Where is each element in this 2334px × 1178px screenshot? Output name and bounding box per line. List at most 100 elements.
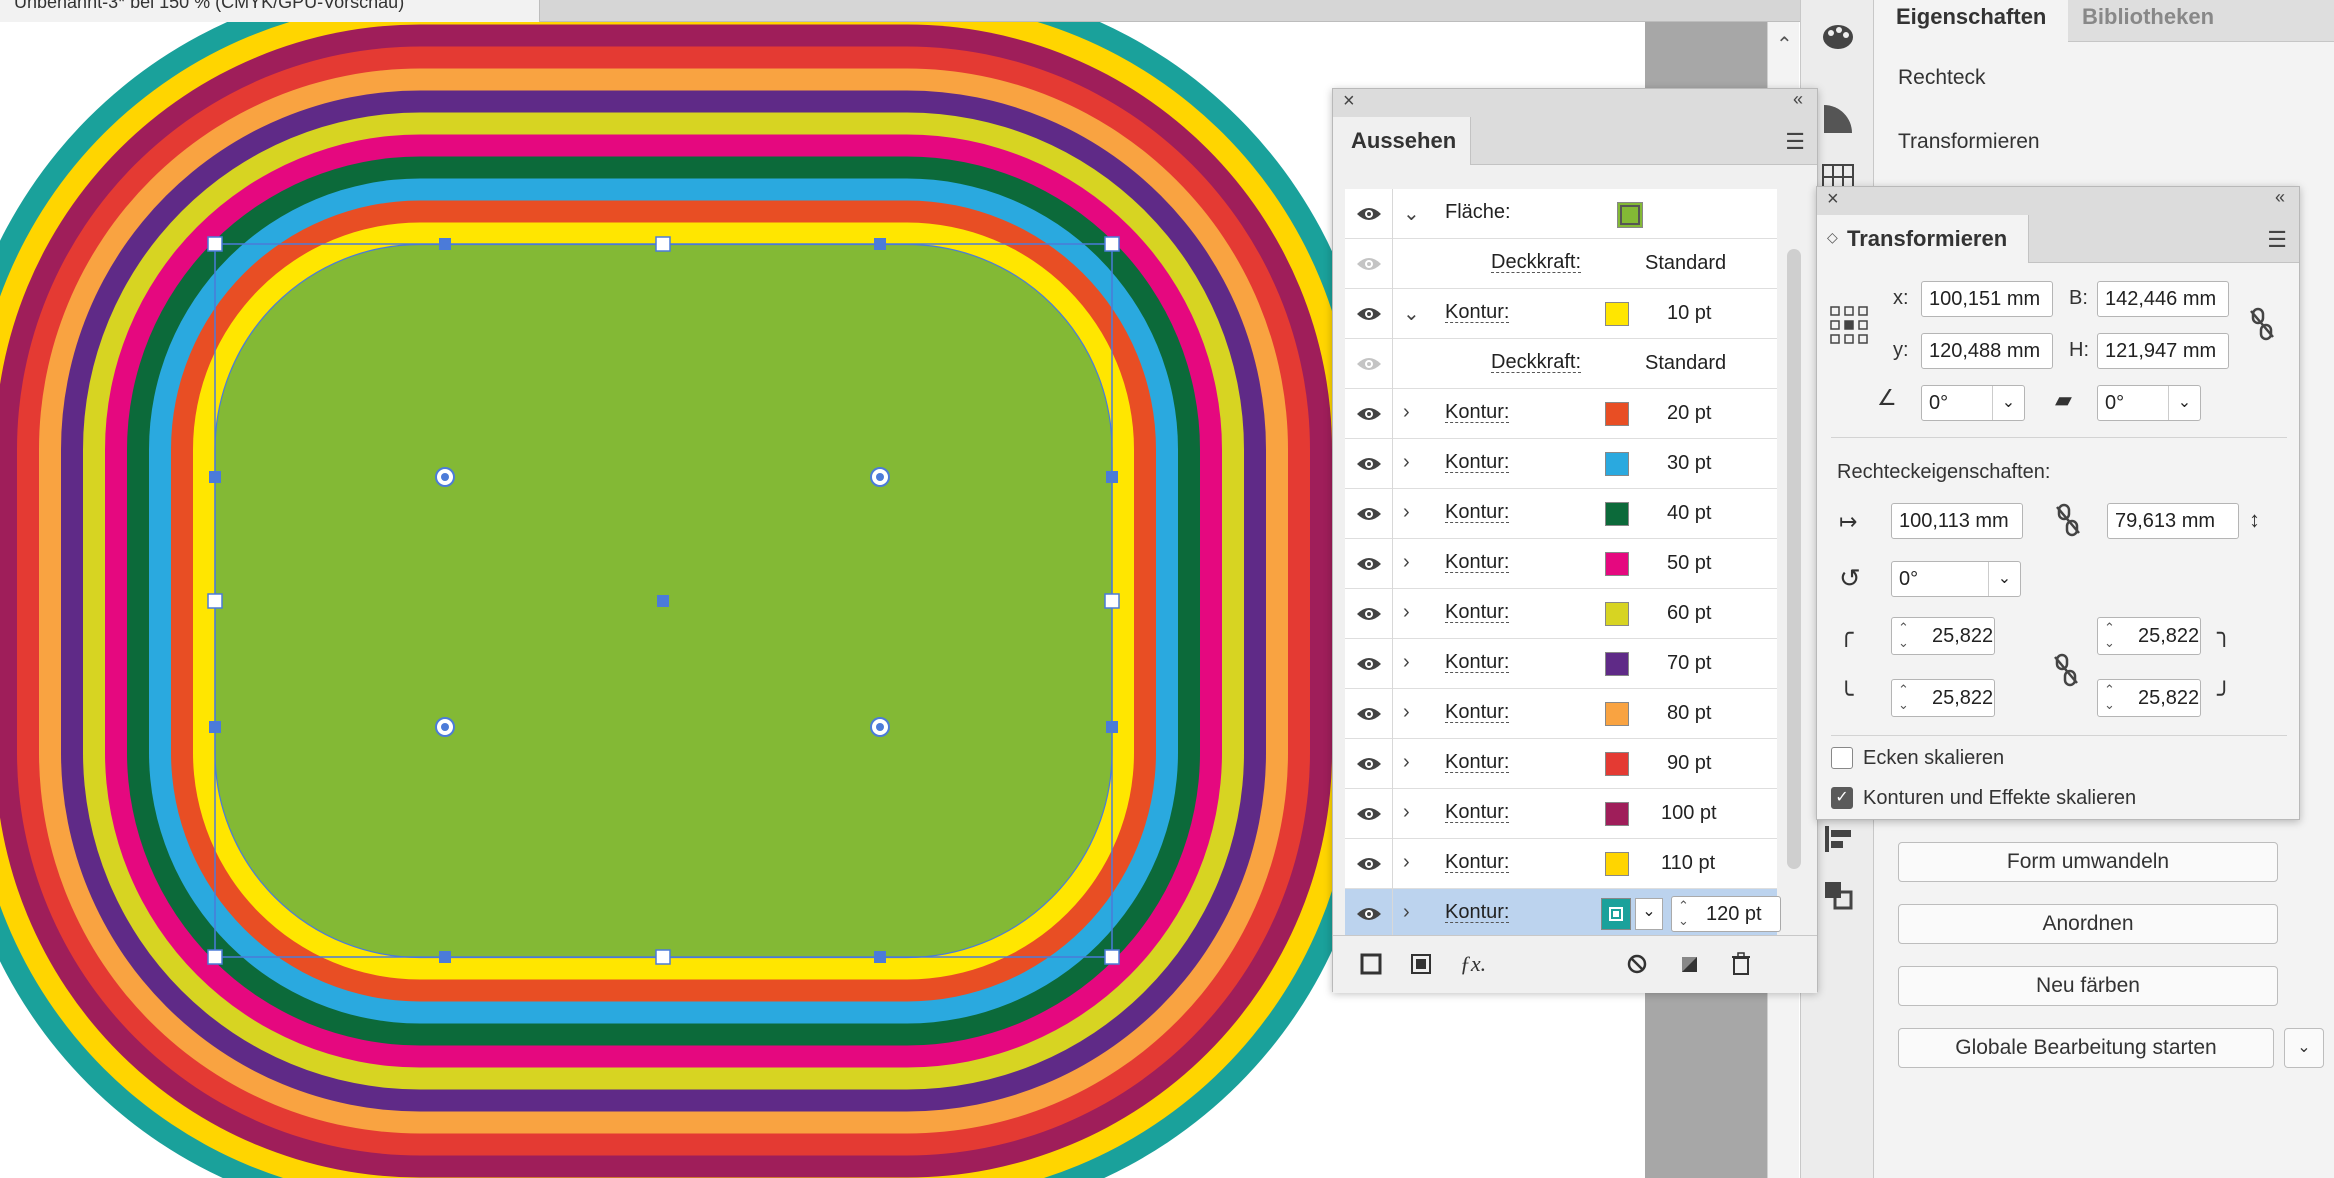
panel-menu-icon[interactable]: ☰ [1785,129,1805,155]
stroke-label[interactable]: Kontur: [1445,602,1510,623]
close-icon[interactable]: × [1827,188,1839,211]
rect-height-field[interactable]: 79,613 mm [2107,503,2239,539]
rect-link-dimensions-icon[interactable] [2055,503,2081,542]
corner-radius-br-stepper[interactable]: ⌃ ⌄ 25,822 [2097,679,2201,717]
corner-type-tl-icon[interactable]: ╭ [1839,619,1853,648]
expand-options-icon[interactable]: ◇ [1827,229,1838,246]
corner-type-tr-icon[interactable]: ╮ [2217,619,2231,648]
appearance-panel-tab[interactable]: Aussehen [1333,117,1471,165]
chevron-right-icon[interactable]: › [1403,501,1410,524]
visibility-eye-icon[interactable] [1345,489,1393,539]
color-swatch[interactable] [1605,652,1629,676]
corner-link-icon[interactable] [2053,653,2079,692]
visibility-eye-icon[interactable] [1345,689,1393,739]
chevron-right-icon[interactable]: › [1403,401,1410,424]
chevron-down-icon[interactable]: ⌄ [1403,201,1420,226]
close-icon[interactable]: × [1343,90,1355,113]
stroke-label[interactable]: Kontur: [1445,402,1510,423]
visibility-eye-icon[interactable] [1345,239,1393,289]
visibility-eye-icon[interactable] [1345,639,1393,689]
align-icon[interactable] [1819,820,1857,858]
gradient-icon[interactable] [1819,100,1857,138]
corner-radius-tr-stepper[interactable]: ⌃ ⌄ 25,822 [2097,617,2201,655]
stroke-label[interactable]: Kontur: [1445,652,1510,673]
visibility-eye-icon[interactable] [1345,189,1393,239]
chevron-right-icon[interactable]: › [1403,601,1410,624]
duplicate-item-icon[interactable] [1675,950,1703,978]
visibility-eye-icon[interactable] [1345,789,1393,839]
y-position-field[interactable]: 120,488 mm [1921,333,2053,369]
chevron-down-icon[interactable]: ⌄ [1992,386,2024,420]
stroke-label[interactable]: Kontur: [1445,702,1510,723]
color-swatch[interactable] [1601,898,1631,930]
scale-corners-checkbox[interactable] [1831,747,1853,769]
rect-angle-field[interactable]: 0° ⌄ [1891,561,2021,597]
stroke-label[interactable]: Kontur: [1445,852,1510,873]
stroke-row[interactable]: › Kontur: 20 pt [1345,389,1777,439]
visibility-eye-icon[interactable] [1345,539,1393,589]
chevron-right-icon[interactable]: › [1403,701,1410,724]
stroke-row[interactable]: › Kontur: 30 pt [1345,439,1777,489]
corner-type-bl-icon[interactable]: ╰ [1839,681,1853,710]
corner-radius-tl-stepper[interactable]: ⌃ ⌄ 25,822 [1891,617,1995,655]
stroke-label[interactable]: Kontur: [1445,902,1510,923]
color-swatch[interactable] [1605,552,1629,576]
chevron-right-icon[interactable]: › [1403,451,1410,474]
appearance-scroll-thumb[interactable] [1787,249,1801,869]
collapse-icon[interactable]: « [1793,89,1803,110]
stroke-label[interactable]: Kontur: [1445,302,1510,323]
color-swatch[interactable] [1605,852,1629,876]
opacity-label[interactable]: Deckkraft: [1491,352,1582,373]
convert-shape-button[interactable]: Form umwandeln [1898,842,2278,882]
color-swatch[interactable] [1605,452,1629,476]
global-edit-button[interactable]: Globale Bearbeitung starten [1898,1028,2274,1068]
arrange-button[interactable]: Anordnen [1898,904,2278,944]
add-stroke-icon[interactable] [1357,950,1385,978]
stroke-row[interactable]: ⌄ Kontur: 10 pt [1345,289,1777,339]
recolor-button[interactable]: Neu färben [1898,966,2278,1006]
corner-radius-bl-stepper[interactable]: ⌃ ⌄ 25,822 [1891,679,1995,717]
constrain-proportions-link-icon[interactable] [2249,307,2275,346]
panel-menu-icon[interactable]: ☰ [2267,227,2287,253]
stroke-label[interactable]: Kontur: [1445,452,1510,473]
fill-label[interactable]: Fläche: [1445,202,1511,222]
visibility-eye-icon[interactable] [1345,289,1393,339]
stroke-row[interactable]: › Kontur: 110 pt [1345,839,1777,889]
color-swatch[interactable] [1605,402,1629,426]
visibility-eye-icon[interactable] [1345,839,1393,889]
chevron-down-icon[interactable]: ⌄ [2168,386,2200,420]
stroke-label[interactable]: Kontur: [1445,552,1510,573]
stroke-label[interactable]: Kontur: [1445,802,1510,823]
stroke-row[interactable]: › Kontur: 50 pt [1345,539,1777,589]
chevron-down-icon[interactable]: ⌄ [1635,898,1663,930]
reference-point-icon[interactable] [1829,305,1869,350]
rect-width-field[interactable]: 100,113 mm [1891,503,2023,539]
stroke-row[interactable]: › Kontur: 40 pt [1345,489,1777,539]
chevron-right-icon[interactable]: › [1403,801,1410,824]
tab-libraries[interactable]: Bibliotheken [2060,0,2236,42]
color-swatch[interactable] [1605,302,1629,326]
stroke-row[interactable]: › Kontur: 90 pt [1345,739,1777,789]
corner-type-br-icon[interactable]: ╯ [2217,681,2231,710]
chevron-right-icon[interactable]: › [1403,551,1410,574]
stroke-label[interactable]: Kontur: [1445,502,1510,523]
stroke-label[interactable]: Kontur: [1445,752,1510,773]
clear-appearance-icon[interactable] [1623,950,1651,978]
trash-icon[interactable] [1727,950,1755,978]
global-edit-options-chevron-icon[interactable]: ⌄ [2284,1028,2324,1068]
chevron-right-icon[interactable]: › [1403,651,1410,674]
tab-properties[interactable]: Eigenschaften [1874,0,2069,42]
pathfinder-icon[interactable] [1819,876,1857,914]
height-field[interactable]: 121,947 mm [2097,333,2229,369]
chevron-right-icon[interactable]: › [1403,751,1410,774]
rotate-angle-field[interactable]: 0° ⌄ [1921,385,2025,421]
x-position-field[interactable]: 100,151 mm [1921,281,2053,317]
width-field[interactable]: 142,446 mm [2097,281,2229,317]
chevron-down-icon[interactable]: ⌄ [1988,562,2020,596]
stroke-row[interactable]: › Kontur: 70 pt [1345,639,1777,689]
chevron-down-icon[interactable]: ⌄ [1403,301,1420,326]
collapse-icon[interactable]: « [2275,187,2285,208]
stroke-row[interactable]: › Kontur: 100 pt [1345,789,1777,839]
color-swatch[interactable] [1605,702,1629,726]
scale-strokes-checkbox[interactable]: ✓ [1831,787,1853,809]
